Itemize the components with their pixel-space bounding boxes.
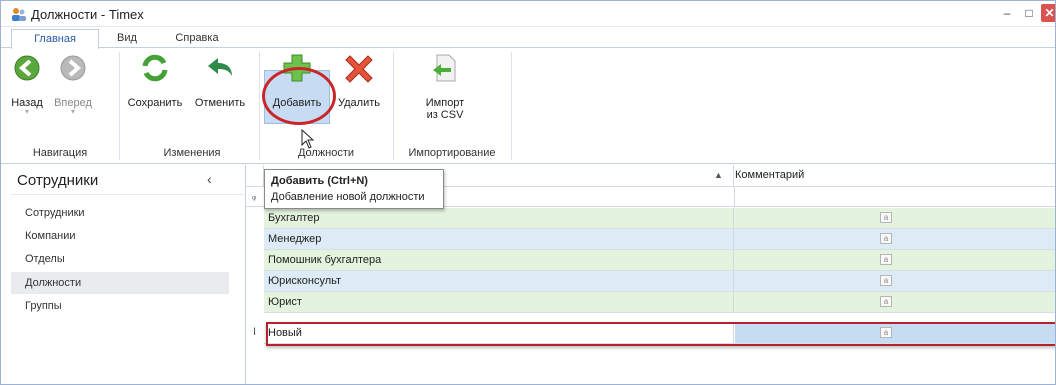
group-separator xyxy=(393,52,394,160)
back-button[interactable]: Назад ▾ xyxy=(7,52,47,116)
import-csv-button[interactable]: Импорт из CSV xyxy=(401,52,489,121)
undo-icon xyxy=(208,58,232,76)
memo-icon: a xyxy=(880,212,892,223)
save-button[interactable]: Сохранить xyxy=(125,52,185,109)
back-arrow-icon xyxy=(14,55,40,81)
memo-icon: a xyxy=(880,254,892,265)
forward-arrow-icon xyxy=(60,55,86,81)
tooltip-title: Добавить (Ctrl+N) xyxy=(271,175,368,187)
save-label: Сохранить xyxy=(127,97,183,109)
group-label-positions: Должности xyxy=(297,147,355,159)
group-separator xyxy=(119,52,120,160)
cancel-label: Отменить xyxy=(194,97,246,109)
add-button-content[interactable]: Добавить xyxy=(264,52,330,109)
sort-ascending-icon: ▲ xyxy=(714,170,723,180)
table-row[interactable]: Менеджер a xyxy=(264,229,1055,250)
group-label-changes: Изменения xyxy=(163,147,221,159)
add-tooltip: Добавить (Ctrl+N) Добавление новой должн… xyxy=(264,169,444,209)
delete-label: Удалить xyxy=(338,97,380,109)
table-row[interactable]: Юрисконсульт a xyxy=(264,271,1055,292)
comment-cell[interactable]: a xyxy=(735,292,1055,312)
tab-main[interactable]: Главная xyxy=(11,29,99,49)
comment-column-header[interactable]: Комментарий xyxy=(735,169,804,181)
group-label-navigation: Навигация xyxy=(32,147,88,159)
nav-item-positions[interactable]: Должности xyxy=(11,272,229,294)
window-title: Должности - Timex xyxy=(31,7,144,22)
add-label: Добавить xyxy=(272,97,322,109)
comment-cell[interactable]: a xyxy=(735,208,1055,228)
comment-cell[interactable]: a xyxy=(735,229,1055,249)
memo-icon: a xyxy=(880,275,892,286)
plus-icon xyxy=(283,54,311,82)
tab-help[interactable]: Справка xyxy=(167,29,227,49)
maximize-button[interactable]: □ xyxy=(1019,4,1039,22)
app-window: Должности - Timex ‒ □ ✕ Главная Вид Спра… xyxy=(0,0,1056,385)
comment-cell[interactable]: a xyxy=(735,271,1055,291)
navigation-panel: Сотрудники ‹ Сотрудники Компании Отделы … xyxy=(11,165,246,384)
memo-icon: a xyxy=(880,233,892,244)
import-label: Импорт из CSV xyxy=(425,97,465,121)
group-separator xyxy=(259,52,260,160)
collapse-chevron-icon[interactable]: ‹ xyxy=(207,171,212,187)
indicator-column-header xyxy=(246,165,264,187)
forward-button[interactable]: Вперед ▾ xyxy=(51,52,95,116)
navigation-title: Сотрудники xyxy=(17,172,99,189)
nav-item-groups[interactable]: Группы xyxy=(11,295,229,317)
name-cell[interactable]: Менеджер xyxy=(264,229,734,249)
name-cell[interactable]: Юрисконсульт xyxy=(264,271,734,291)
filter-icon: ᵩ xyxy=(252,191,257,202)
table-row[interactable]: Юрист a xyxy=(264,292,1055,313)
tab-view[interactable]: Вид xyxy=(107,29,147,49)
name-cell[interactable]: Юрист xyxy=(264,292,734,312)
delete-x-icon xyxy=(345,55,373,83)
ribbon: Назад ▾ Вперед ▾ Навигация Сохранить Отм… xyxy=(1,47,1055,164)
group-separator xyxy=(511,52,512,160)
name-cell[interactable]: Бухгалтер xyxy=(264,208,734,228)
name-cell[interactable]: Помошник бухгалтера xyxy=(264,250,734,270)
memo-icon: a xyxy=(880,296,892,307)
cancel-button[interactable]: Отменить xyxy=(189,52,251,109)
new-table-row[interactable]: Новый a xyxy=(264,323,1055,344)
nav-item-employees[interactable]: Сотрудники xyxy=(11,202,229,224)
nav-item-companies[interactable]: Компании xyxy=(11,225,229,247)
refresh-icon xyxy=(142,54,168,82)
nav-item-departments[interactable]: Отделы xyxy=(11,248,229,270)
users-icon xyxy=(12,8,26,21)
memo-icon: a xyxy=(880,327,892,338)
comment-cell[interactable]: a xyxy=(735,250,1055,270)
table-row[interactable]: Бухгалтер a xyxy=(264,208,1055,229)
group-label-import: Импортирование xyxy=(408,147,496,159)
delete-button[interactable]: Удалить xyxy=(333,52,385,109)
minimize-button[interactable]: ‒ xyxy=(997,4,1017,22)
import-file-icon xyxy=(433,54,456,82)
new-name-cell[interactable]: Новый xyxy=(264,323,734,343)
tooltip-description: Добавление новой должности xyxy=(271,191,425,203)
new-comment-cell[interactable]: a xyxy=(735,323,1055,343)
edit-row-indicator: I xyxy=(253,326,257,338)
ribbon-tabs: Главная Вид Справка xyxy=(1,27,1055,49)
navigation-header: Сотрудники ‹ xyxy=(11,165,246,195)
table-row[interactable]: Помошник бухгалтера a xyxy=(264,250,1055,271)
mouse-cursor-icon xyxy=(301,129,315,149)
close-button[interactable]: ✕ xyxy=(1041,4,1055,22)
title-bar: Должности - Timex ‒ □ ✕ xyxy=(1,1,1055,27)
